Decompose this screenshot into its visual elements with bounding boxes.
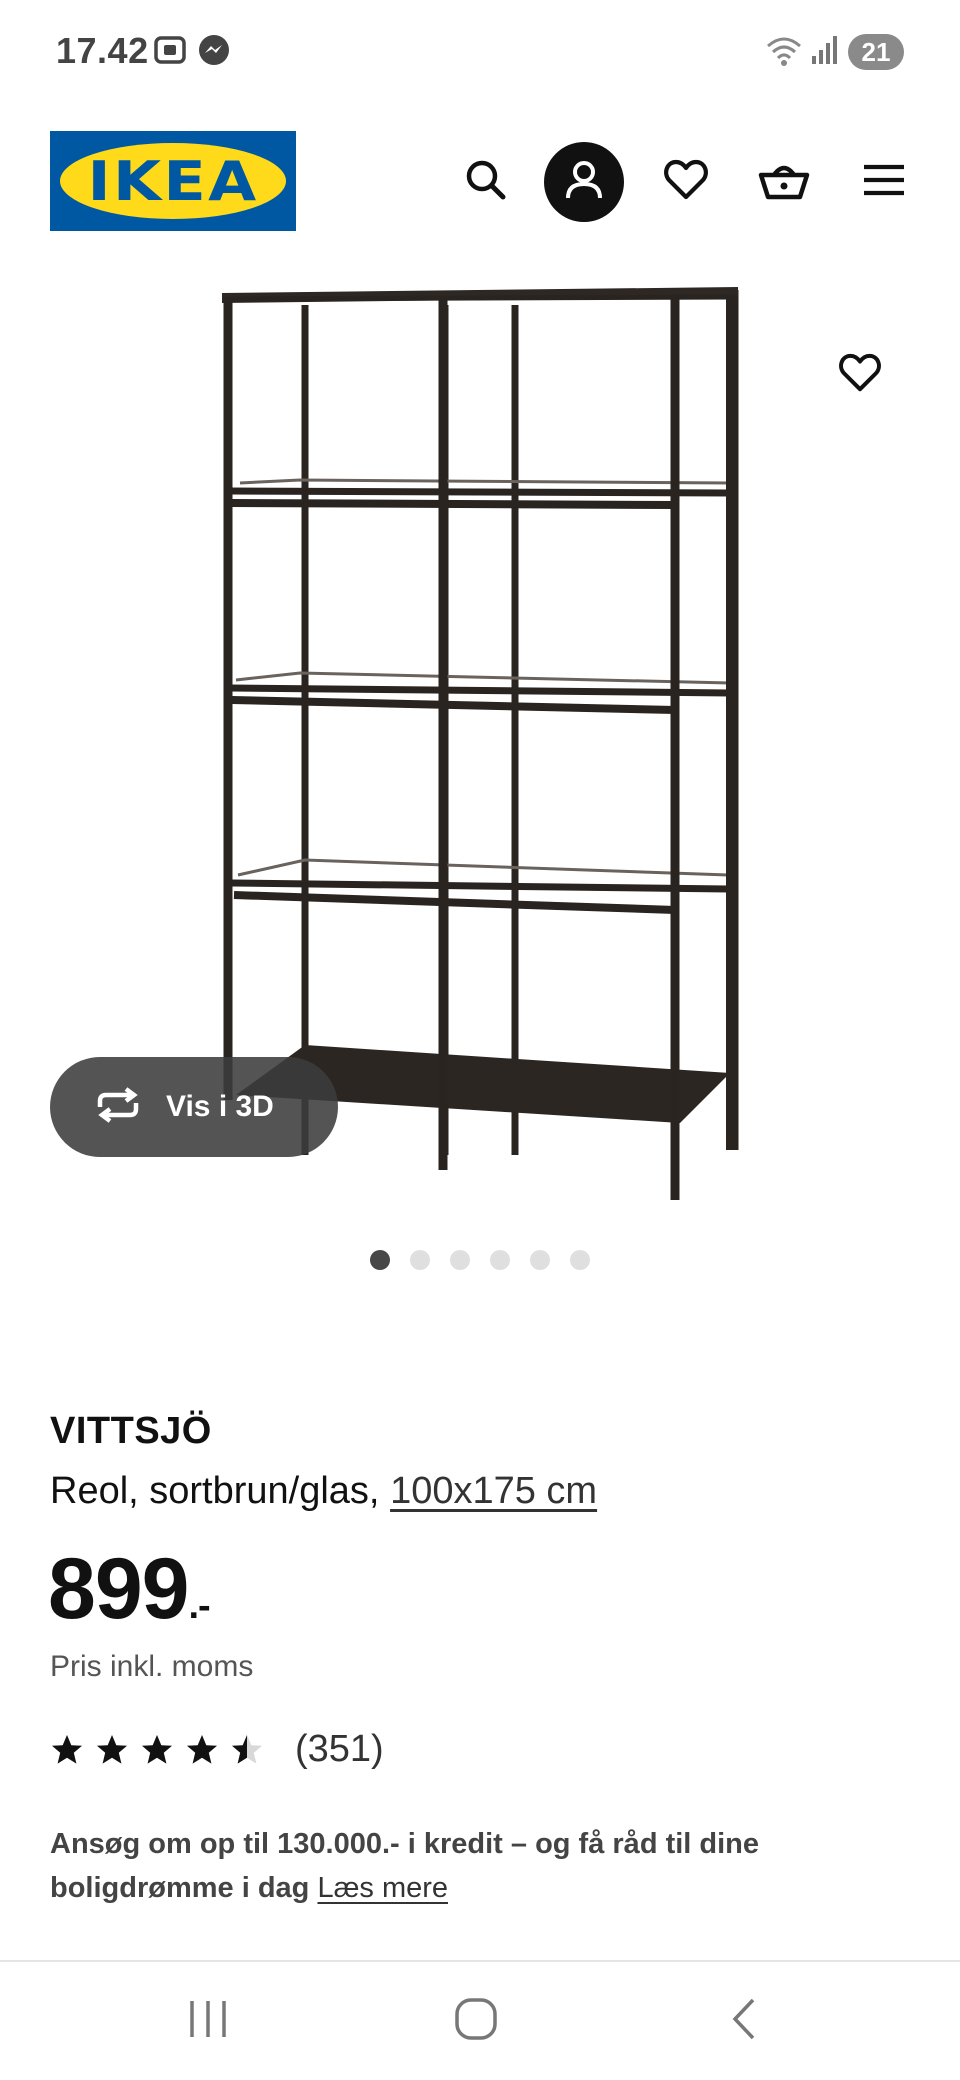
- star-icon: [187, 1734, 217, 1764]
- back-button[interactable]: [694, 1984, 794, 2058]
- star-icon: [97, 1734, 127, 1764]
- ikea-logo[interactable]: IKEA: [50, 131, 296, 231]
- product-description: Reol, sortbrun/glas, 100x175 cm: [50, 1470, 597, 1513]
- product-size-link[interactable]: 100x175 cm: [390, 1470, 597, 1512]
- account-button[interactable]: [544, 142, 624, 222]
- carousel-dot[interactable]: [450, 1250, 470, 1270]
- product-type: Reol, sortbrun/glas,: [50, 1470, 380, 1512]
- screenshot-icon: [152, 32, 188, 73]
- view-in-3d-button[interactable]: Vis i 3D: [50, 1057, 338, 1157]
- search-icon: [463, 157, 509, 208]
- site-header: IKEA: [0, 105, 960, 255]
- signal-icon: [810, 32, 840, 73]
- carousel-dot[interactable]: [370, 1250, 390, 1270]
- product-rating[interactable]: (351): [50, 1728, 384, 1771]
- price-value: 899: [48, 1541, 189, 1637]
- logo-oval: IKEA: [60, 143, 286, 219]
- carousel-dot[interactable]: [530, 1250, 550, 1270]
- basket-icon: [758, 157, 810, 208]
- star-icon: [52, 1734, 82, 1764]
- carousel-dot[interactable]: [410, 1250, 430, 1270]
- back-icon: [727, 1996, 761, 2047]
- search-button[interactable]: [446, 142, 526, 222]
- review-count: (351): [295, 1728, 384, 1770]
- carousel-dots: [0, 1250, 960, 1274]
- product-image-carousel[interactable]: Vis i 3D: [0, 255, 960, 1215]
- status-bar: 17.42 21: [0, 0, 960, 105]
- carousel-dot[interactable]: [570, 1250, 590, 1270]
- status-time: 17.42: [56, 30, 149, 71]
- product-price: 899.-: [48, 1540, 211, 1639]
- recent-apps-icon: [186, 1997, 230, 2046]
- battery-badge: 21: [848, 34, 904, 70]
- logo-text: IKEA: [87, 150, 259, 213]
- view-in-3d-label: Vis i 3D: [166, 1090, 274, 1123]
- menu-button[interactable]: [844, 142, 924, 222]
- heart-icon: [663, 158, 709, 207]
- star-icon: [232, 1734, 262, 1764]
- carousel-dot[interactable]: [490, 1250, 510, 1270]
- read-more-link[interactable]: Læs mere: [317, 1872, 448, 1904]
- home-button[interactable]: [426, 1984, 526, 2058]
- credit-offer: Ansøg om op til 130.000.- i kredit – og …: [50, 1822, 870, 1910]
- wifi-icon: [764, 32, 804, 73]
- home-icon: [453, 1996, 499, 2047]
- recent-apps-button[interactable]: [158, 1984, 258, 2058]
- heart-icon: [837, 352, 883, 399]
- star-icon: [142, 1734, 172, 1764]
- price-suffix: .-: [188, 1585, 211, 1627]
- add-to-favourites-button[interactable]: [822, 337, 898, 413]
- rating-stars: [50, 1733, 275, 1767]
- account-icon: [561, 157, 607, 208]
- messenger-icon: [196, 32, 232, 73]
- favourites-button[interactable]: [646, 142, 726, 222]
- system-nav-bar: [0, 1962, 960, 2080]
- rotate-3d-icon: [92, 1086, 144, 1128]
- basket-button[interactable]: [744, 142, 824, 222]
- product-name: VITTSJÖ: [50, 1410, 212, 1452]
- vat-note: Pris inkl. moms: [50, 1650, 254, 1683]
- menu-icon: [862, 163, 906, 202]
